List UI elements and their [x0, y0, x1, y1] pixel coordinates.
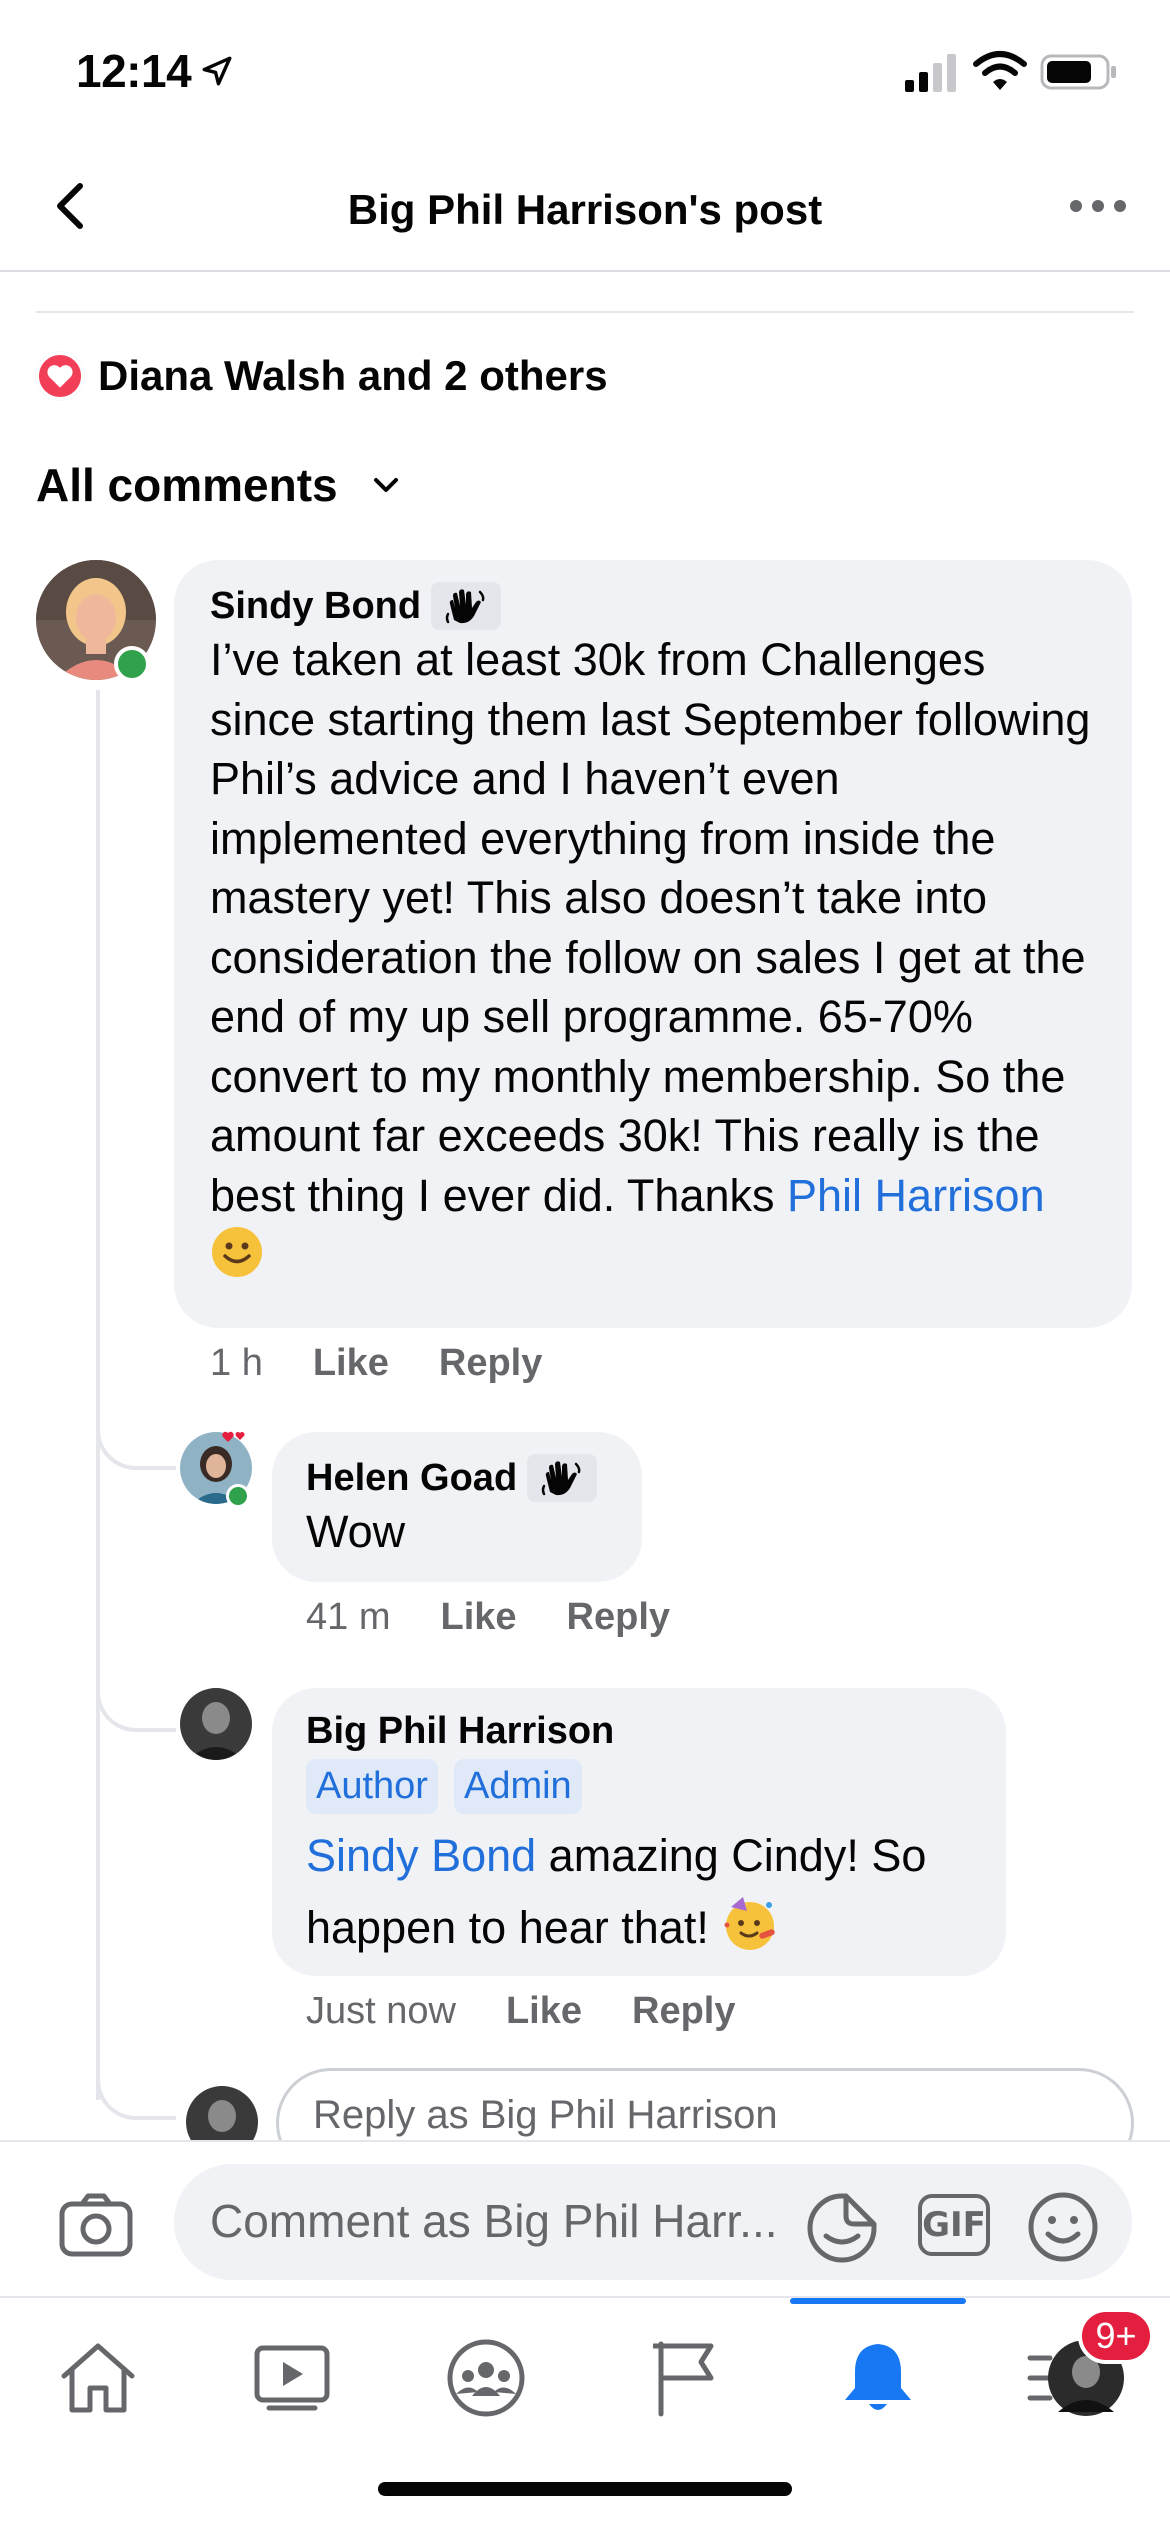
comments-sort-dropdown[interactable]: All comments: [36, 458, 404, 512]
comment-author-name[interactable]: Sindy Bond: [210, 585, 421, 628]
tab-watch[interactable]: [242, 2328, 342, 2428]
comment-author[interactable]: Helen Goad: [306, 1454, 608, 1502]
mention-link[interactable]: Phil Harrison: [787, 1170, 1045, 1221]
like-button[interactable]: Like: [440, 1596, 516, 1639]
comment-time: 41 m: [306, 1596, 391, 1638]
emoji-icon[interactable]: [1026, 2190, 1100, 2264]
comment-time: 1 h: [210, 1342, 263, 1384]
chevron-down-icon: [373, 478, 398, 492]
comment-meta: Just now Like Reply: [306, 1990, 786, 2033]
reply-input-placeholder: Reply as Big Phil Harrison: [313, 2093, 778, 2137]
comment-time: Just now: [306, 1990, 456, 2032]
bell-icon: [845, 2344, 911, 2410]
reactions-text: Diana Walsh and 2 others: [98, 352, 608, 399]
signal-icon: [905, 54, 956, 92]
comment-author[interactable]: Sindy Bond: [210, 582, 1096, 630]
role-badges: Author Admin: [306, 1759, 972, 1814]
like-button[interactable]: Like: [506, 1990, 582, 2033]
party-emoji-icon: [724, 1897, 776, 1950]
like-button[interactable]: Like: [313, 1342, 389, 1385]
thread-connector: [96, 1410, 176, 1470]
wave-icon: [431, 582, 502, 630]
smile-emoji-icon: [212, 1227, 262, 1277]
thread-line: [96, 690, 100, 2100]
comment-text: Wow: [306, 1506, 406, 1557]
camera-icon[interactable]: [58, 2192, 134, 2258]
reply-button[interactable]: Reply: [632, 1990, 735, 2033]
home-indicator: [378, 2482, 792, 2496]
pages-flag-icon: [653, 2341, 714, 2417]
sticker-icon[interactable]: [804, 2190, 880, 2266]
comment-text: I’ve taken at least 30k from Challenges …: [210, 630, 1096, 1286]
comment-body: I’ve taken at least 30k from Challenges …: [210, 634, 1091, 1221]
location-arrow-icon: [202, 56, 232, 86]
thread-connector: [96, 1672, 176, 1732]
comment-author-name[interactable]: Helen Goad: [306, 1457, 517, 1500]
more-dots-icon[interactable]: [1062, 184, 1134, 228]
tab-home[interactable]: [48, 2328, 148, 2428]
mention-link[interactable]: Sindy Bond: [306, 1830, 536, 1881]
tab-notifications[interactable]: [828, 2328, 928, 2428]
comment-author[interactable]: Big Phil Harrison: [306, 1710, 972, 1753]
hearts-decoration-icon: [222, 1431, 245, 1442]
home-icon: [61, 2343, 135, 2413]
gif-button[interactable]: GIF: [918, 2194, 990, 2256]
reply-button[interactable]: Reply: [439, 1342, 542, 1385]
groups-icon: [447, 2339, 525, 2417]
tab-groups[interactable]: [436, 2328, 536, 2428]
battery-icon: [1040, 54, 1116, 90]
comment-bubble[interactable]: Big Phil Harrison Author Admin Sindy Bon…: [272, 1688, 1006, 1976]
status-time: 12:14: [76, 45, 192, 97]
comment-meta: 41 m Like Reply: [306, 1596, 720, 1639]
status-bar: 12:14: [0, 0, 1170, 140]
admin-badge: Admin: [453, 1759, 582, 1814]
wifi-icon: [973, 51, 1027, 90]
tab-pages[interactable]: [636, 2328, 736, 2428]
watch-icon: [254, 2345, 330, 2411]
comment-bubble[interactable]: Sindy Bond I’ve taken at least 30k from …: [174, 560, 1132, 1328]
author-badge: Author: [306, 1759, 438, 1814]
thread-connector: [96, 2060, 176, 2120]
comment-input-placeholder: Comment as Big Phil Harr...: [210, 2195, 778, 2247]
wave-icon: [527, 1454, 598, 1502]
comment-text: Sindy Bond amazing Cindy! So happen to h…: [306, 1820, 972, 1964]
sort-label: All comments: [36, 459, 338, 511]
reply-button[interactable]: Reply: [567, 1596, 670, 1639]
bottom-tab-bar: 9+: [0, 2296, 1170, 2532]
divider: [36, 311, 1134, 313]
avatar[interactable]: [180, 1688, 252, 1760]
page-title: Big Phil Harrison's post: [347, 186, 823, 233]
online-status-dot: [114, 646, 150, 682]
online-status-dot: [226, 1484, 250, 1508]
active-tab-indicator: [790, 2298, 966, 2304]
comment-bubble[interactable]: Helen Goad Wow: [272, 1432, 642, 1582]
notification-count-badge: 9+: [1078, 2308, 1154, 2364]
comment-meta: 1 h Like Reply: [210, 1342, 592, 1385]
post-header: Big Phil Harrison's post: [0, 140, 1170, 272]
comment-composer: Comment as Big Phil Harr... GIF: [0, 2140, 1170, 2296]
reactions-summary[interactable]: Diana Walsh and 2 others: [36, 350, 608, 402]
heart-icon: [36, 352, 84, 400]
